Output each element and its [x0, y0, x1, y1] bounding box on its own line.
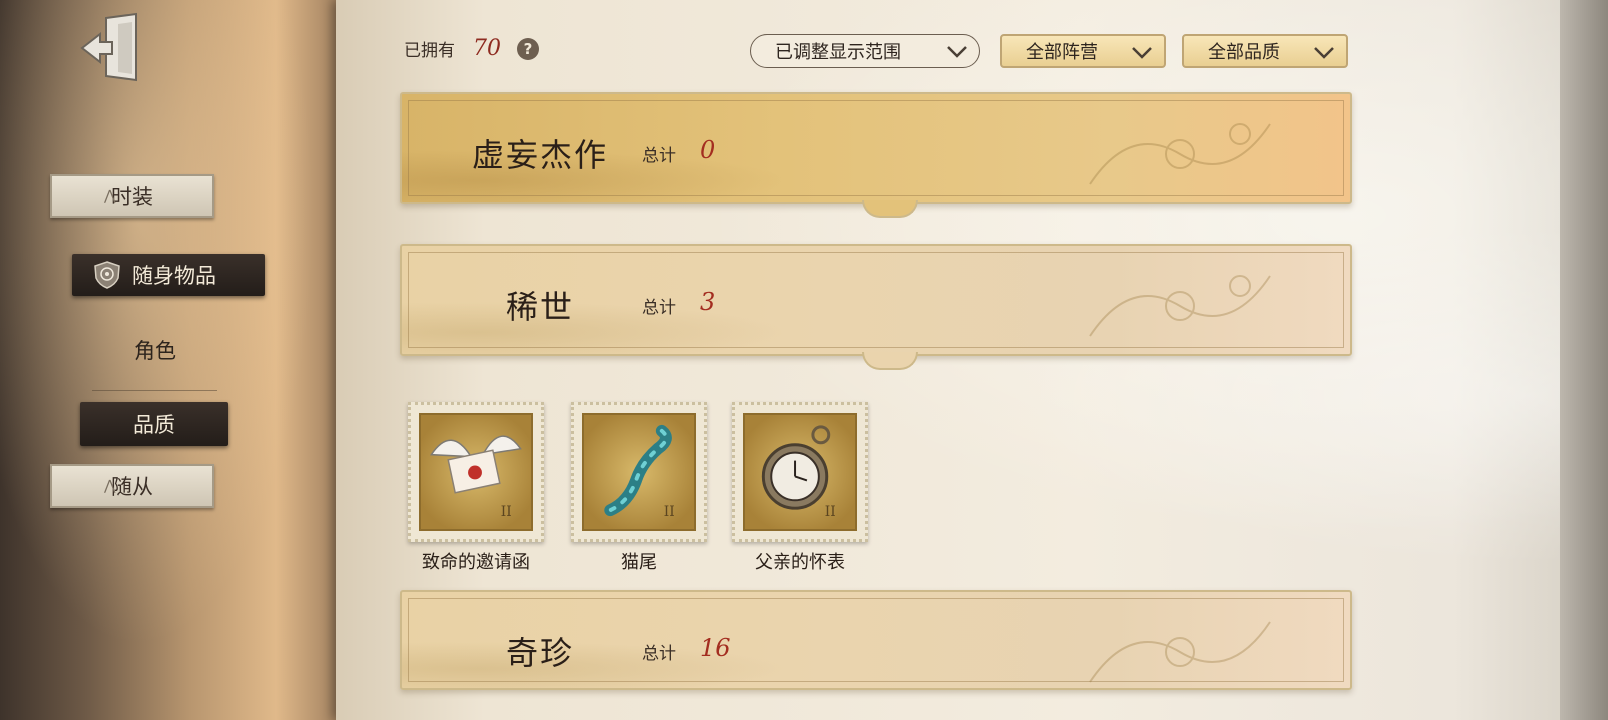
- shield-emblem-icon: [94, 261, 120, 289]
- total-label: 总计: [642, 298, 676, 318]
- item-card[interactable]: II 致命的邀请函: [408, 402, 544, 574]
- rarity-section-masterpiece[interactable]: 虚妄杰作 总计 0: [400, 92, 1352, 218]
- faction-dropdown[interactable]: 全部阵营: [1000, 34, 1166, 68]
- pocket-watch-icon: II: [761, 425, 836, 520]
- sidebar-item-label: 随身物品: [132, 264, 216, 288]
- paper-edge: [1560, 0, 1608, 720]
- sidebar-item-follower[interactable]: ⋀ 随从: [50, 464, 214, 508]
- sidebar-item-accessories[interactable]: 随身物品: [72, 254, 265, 296]
- chevron-down-icon: [1314, 47, 1334, 59]
- floral-flourish-icon: [1089, 621, 1271, 683]
- owned-summary: 已拥有 70 ?: [404, 36, 539, 61]
- sidebar-item-quality[interactable]: 品质: [80, 402, 228, 446]
- svg-text:II: II: [501, 504, 512, 520]
- section-name: 奇珍: [506, 634, 575, 672]
- sidebar: ⋀ 时装 随身物品 角色 品质 ⋀ 随从: [0, 0, 345, 720]
- dropdown-label: 全部阵营: [1026, 42, 1098, 63]
- total-count: 16: [700, 634, 731, 662]
- item-name: 致命的邀请函: [422, 552, 530, 573]
- sidebar-item-label: 随从: [111, 475, 153, 499]
- floral-flourish-icon: [1089, 275, 1271, 337]
- dropdown-label: 全部品质: [1208, 42, 1280, 63]
- sidebar-item-label: 品质: [133, 413, 175, 437]
- total-label: 总计: [642, 146, 676, 166]
- total-count: 3: [700, 288, 716, 316]
- sidebar-item-label: 角色: [134, 339, 176, 363]
- winged-letter-icon: II: [430, 435, 522, 520]
- rarity-section-rare[interactable]: 稀世 总计 3: [400, 244, 1352, 370]
- item-card[interactable]: II 猫尾: [571, 402, 707, 574]
- owned-label: 已拥有: [404, 41, 455, 61]
- item-stamp: II: [571, 402, 707, 542]
- cat-tail-icon: II: [604, 424, 675, 520]
- sidebar-item-costume[interactable]: ⋀ 时装: [50, 174, 214, 218]
- dropdown-label: 已调整显示范围: [775, 42, 901, 63]
- section-name: 虚妄杰作: [472, 136, 609, 174]
- owned-count: 70: [473, 36, 501, 61]
- section-name: 稀世: [506, 288, 575, 326]
- help-icon[interactable]: ?: [517, 37, 539, 60]
- divider: [92, 390, 217, 391]
- item-name: 父亲的怀表: [755, 552, 845, 573]
- rarity-section-treasure[interactable]: 奇珍 总计 16: [400, 590, 1352, 690]
- item-card[interactable]: II 父亲的怀表: [732, 402, 868, 574]
- item-stamp: II: [408, 402, 544, 542]
- chevron-down-icon: [1132, 47, 1152, 59]
- total-count: 0: [700, 136, 716, 164]
- sidebar-item-label: 时装: [111, 185, 153, 209]
- item-name: 猫尾: [621, 552, 657, 573]
- chevron-down-icon: [947, 46, 967, 58]
- item-stamp: II: [732, 402, 868, 542]
- total-label: 总计: [642, 644, 676, 664]
- floral-flourish-icon: [1089, 123, 1271, 185]
- display-range-dropdown[interactable]: 已调整显示范围: [750, 34, 980, 68]
- caret-up-icon: ⋀: [104, 188, 116, 204]
- svg-text:II: II: [825, 504, 836, 520]
- caret-up-icon: ⋀: [104, 478, 116, 494]
- quality-dropdown[interactable]: 全部品质: [1182, 34, 1348, 68]
- sidebar-item-character[interactable]: 角色: [95, 332, 215, 368]
- svg-text:II: II: [664, 504, 675, 520]
- exit-door-icon[interactable]: [78, 10, 148, 85]
